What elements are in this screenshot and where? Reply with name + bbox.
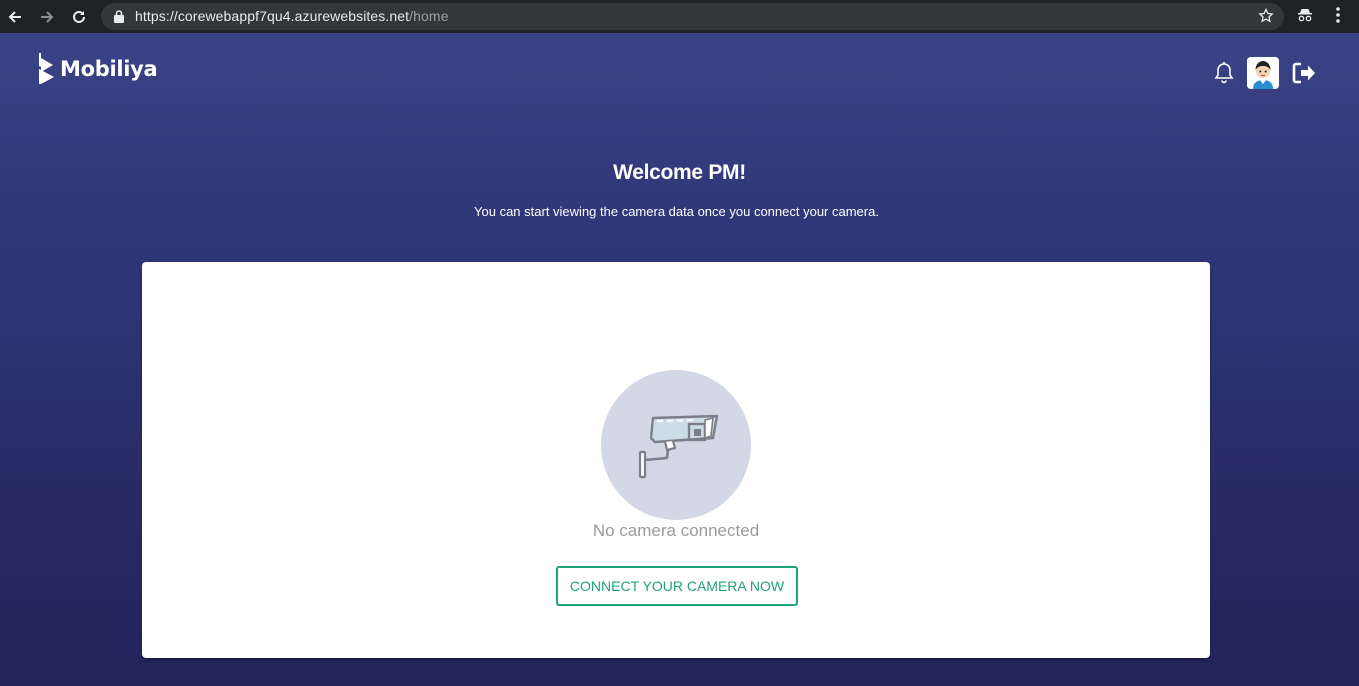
url-host: https://corewebappf7qu4.azurewebsites.ne… [135,8,410,24]
bell-icon[interactable] [1213,61,1235,85]
lock-icon [114,10,124,23]
no-camera-status: No camera connected [592,521,760,540]
logo-text: Mobiliya [60,57,158,81]
welcome-title: Welcome PM! [613,161,746,184]
menu-dots-icon[interactable] [1330,6,1346,24]
bookmark-star-icon[interactable] [1258,8,1274,24]
address-bar[interactable]: https://corewebappf7qu4.azurewebsites.ne… [101,3,1284,30]
mobiliya-logo[interactable]: Mobiliya [38,53,158,85]
browser-toolbar: https://corewebappf7qu4.azurewebsites.ne… [0,0,1359,33]
camera-placeholder [601,370,751,520]
logo-mark-icon [39,53,54,84]
arrow-left-icon [8,11,21,23]
security-camera-icon [638,414,719,479]
reload-button[interactable] [68,6,90,28]
app-page: Mobiliya Welcome PM! You can start viewi… [0,33,1359,686]
user-avatar-icon [1247,57,1279,89]
back-button[interactable] [4,6,26,28]
logout-icon[interactable] [1292,62,1316,84]
url-text: https://corewebappf7qu4.azurewebsites.ne… [135,8,449,24]
camera-card: No camera connected CONNECT YOUR CAMERA … [142,262,1210,658]
arrow-right-icon [41,11,54,23]
welcome-subtitle: You can start viewing the camera data on… [474,204,879,219]
connect-camera-button[interactable]: CONNECT YOUR CAMERA NOW [556,566,798,606]
url-path: /home [409,8,449,24]
avatar[interactable] [1247,57,1279,89]
incognito-icon[interactable] [1296,6,1314,24]
forward-button[interactable] [36,6,58,28]
reload-icon [73,10,85,23]
